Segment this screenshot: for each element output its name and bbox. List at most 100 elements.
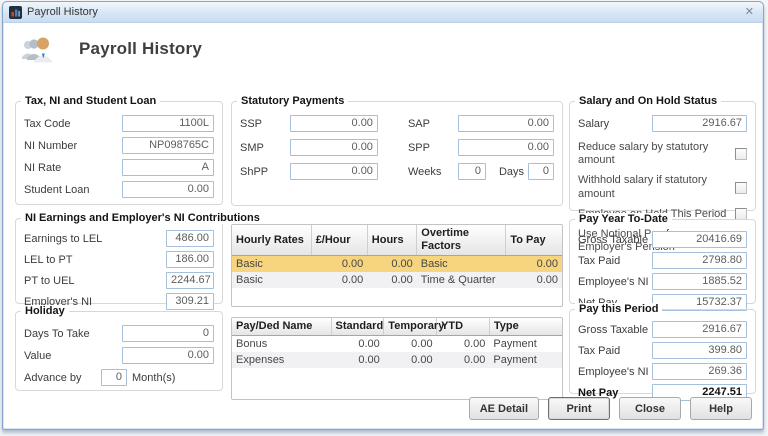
advance-by-suffix: Month(s) [132, 372, 214, 384]
print-button[interactable]: Print [548, 397, 610, 420]
weeks-input[interactable]: 0 [458, 163, 486, 180]
field-ytd-gross-taxable: Gross Taxable 20416.69 [578, 231, 747, 248]
column-header[interactable]: Overtime Factors [417, 225, 506, 256]
smp-input[interactable]: 0.00 [290, 139, 378, 156]
reduce-salary-checkbox[interactable] [735, 148, 747, 160]
column-header[interactable]: To Pay [506, 225, 562, 256]
table-cell: Bonus [232, 336, 331, 353]
group-title: Pay Year To-Date [575, 213, 672, 225]
column-header[interactable]: YTD [437, 318, 490, 336]
checkbox-row-reduce-salary: Reduce salary by statutory amount [578, 141, 747, 167]
field-weeks-days: Weeks 0 Days 0 [408, 163, 554, 180]
ytd-gross-taxable-input[interactable]: 20416.69 [652, 231, 747, 248]
field-ytd-employees-ni: Employee's NI 1885.52 [578, 273, 747, 290]
field-period-tax-paid: Tax Paid 399.80 [578, 342, 747, 359]
field-lel-to-pt: LEL to PT 186.00 [24, 251, 214, 268]
field-ytd-tax-paid: Tax Paid 2798.80 [578, 252, 747, 269]
field-sap: SAP 0.00 [408, 115, 554, 132]
group-statutory-payments: Statutory Payments SSP 0.00 SAP 0.00 SMP… [231, 101, 563, 206]
group-title: Tax, NI and Student Loan [21, 95, 160, 107]
days-input[interactable]: 0 [528, 163, 554, 180]
hourly-rates-table: Hourly Rates£/HourHoursOvertime FactorsT… [231, 224, 563, 307]
pay-ded-table: Pay/Ded NameStandardTemporaryYTDType Bonu… [231, 317, 563, 400]
table-cell: 0.00 [331, 352, 384, 368]
table-cell: Time & Quarter [417, 272, 506, 288]
field-days-to-take: Days To Take 0 [24, 325, 214, 342]
period-employees-ni-input[interactable]: 269.36 [652, 363, 747, 380]
period-gross-taxable-input[interactable]: 2916.67 [652, 321, 747, 338]
people-icon [21, 34, 57, 64]
field-tax-code: Tax Code 1100L [24, 115, 214, 132]
spp-input[interactable]: 0.00 [458, 139, 554, 156]
field-student-loan: Student Loan 0.00 [24, 181, 214, 198]
period-tax-paid-input[interactable]: 399.80 [652, 342, 747, 359]
field-period-gross-taxable: Gross Taxable 2916.67 [578, 321, 747, 338]
table-cell: 0.00 [311, 256, 367, 273]
field-shpp: ShPP 0.00 [240, 163, 378, 180]
tax-code-input[interactable]: 1100L [122, 115, 214, 132]
table-row[interactable]: Bonus0.000.000.00Payment [232, 336, 562, 353]
app-icon [9, 6, 22, 19]
group-holiday: Holiday Days To Take 0 Value 0.00 Advanc… [15, 311, 223, 391]
help-button[interactable]: Help [690, 397, 752, 420]
group-title: Statutory Payments [237, 95, 348, 107]
field-ssp: SSP 0.00 [240, 115, 378, 132]
group-title: Salary and On Hold Status [575, 95, 721, 107]
column-header[interactable]: £/Hour [311, 225, 367, 256]
table-cell: 0.00 [367, 256, 417, 273]
page-title: Payroll History [79, 39, 202, 59]
column-header[interactable]: Standard [331, 318, 384, 336]
table-cell: 0.00 [311, 272, 367, 288]
checkbox-row-withhold-salary: Withhold salary if statutory amount [578, 174, 747, 200]
payroll-history-dialog: Payroll History ✕ Payroll History Tax, N… [2, 1, 764, 430]
field-pt-to-uel: PT to UEL 2244.67 [24, 272, 214, 289]
table-cell: Payment [489, 336, 562, 353]
salary-input[interactable]: 2916.67 [652, 115, 747, 132]
field-period-employees-ni: Employee's NI 269.36 [578, 363, 747, 380]
group-title: NI Earnings and Employer's NI Contributi… [21, 212, 264, 224]
column-header[interactable]: Hourly Rates [232, 225, 311, 256]
ytd-tax-paid-input[interactable]: 2798.80 [652, 252, 747, 269]
table-cell: 0.00 [367, 272, 417, 288]
field-smp: SMP 0.00 [240, 139, 378, 156]
holiday-value-input[interactable]: 0.00 [122, 347, 214, 364]
group-pay-year-to-date: Pay Year To-Date Gross Taxable 20416.69 … [569, 219, 756, 304]
table-cell: 0.00 [331, 336, 384, 353]
table-cell: Basic [232, 272, 311, 288]
earnings-to-lel-input[interactable]: 486.00 [166, 230, 214, 247]
shpp-input[interactable]: 0.00 [290, 163, 378, 180]
close-button[interactable]: Close [619, 397, 681, 420]
table-row[interactable]: Expenses0.000.000.00Payment [232, 352, 562, 368]
ni-number-input[interactable]: NP098765C [122, 137, 214, 154]
field-spp: SPP 0.00 [408, 139, 554, 156]
group-salary-on-hold: Salary and On Hold Status Salary 2916.67… [569, 101, 756, 211]
field-earnings-to-lel: Earnings to LEL 486.00 [24, 230, 214, 247]
table-cell: 0.00 [384, 352, 437, 368]
sap-input[interactable]: 0.00 [458, 115, 554, 132]
ssp-input[interactable]: 0.00 [290, 115, 378, 132]
advance-by-input[interactable]: 0 [101, 369, 127, 386]
employers-ni-input[interactable]: 309.21 [166, 293, 214, 310]
close-icon[interactable]: ✕ [745, 7, 754, 18]
table-cell: Payment [489, 352, 562, 368]
ni-rate-input[interactable]: A [122, 159, 214, 176]
lel-to-pt-input[interactable]: 186.00 [166, 251, 214, 268]
ae-detail-button[interactable]: AE Detail [469, 397, 539, 420]
student-loan-input[interactable]: 0.00 [122, 181, 214, 198]
column-header[interactable]: Pay/Ded Name [232, 318, 331, 336]
table-cell: 0.00 [506, 272, 562, 288]
table-cell: 0.00 [437, 352, 490, 368]
table-row[interactable]: Basic0.000.00Basic0.00 [232, 256, 562, 273]
field-ni-rate: NI Rate A [24, 159, 214, 176]
table-row[interactable]: Basic0.000.00Time & Quarter0.00 [232, 272, 562, 288]
page-header: Payroll History [21, 34, 202, 64]
column-header[interactable]: Temporary [384, 318, 437, 336]
column-header[interactable]: Type [489, 318, 562, 336]
field-holiday-value: Value 0.00 [24, 347, 214, 364]
withhold-salary-checkbox[interactable] [735, 182, 747, 194]
ytd-employees-ni-input[interactable]: 1885.52 [652, 273, 747, 290]
pt-to-uel-input[interactable]: 2244.67 [166, 272, 214, 289]
group-title: Holiday [21, 305, 69, 317]
column-header[interactable]: Hours [367, 225, 417, 256]
days-to-take-input[interactable]: 0 [122, 325, 214, 342]
